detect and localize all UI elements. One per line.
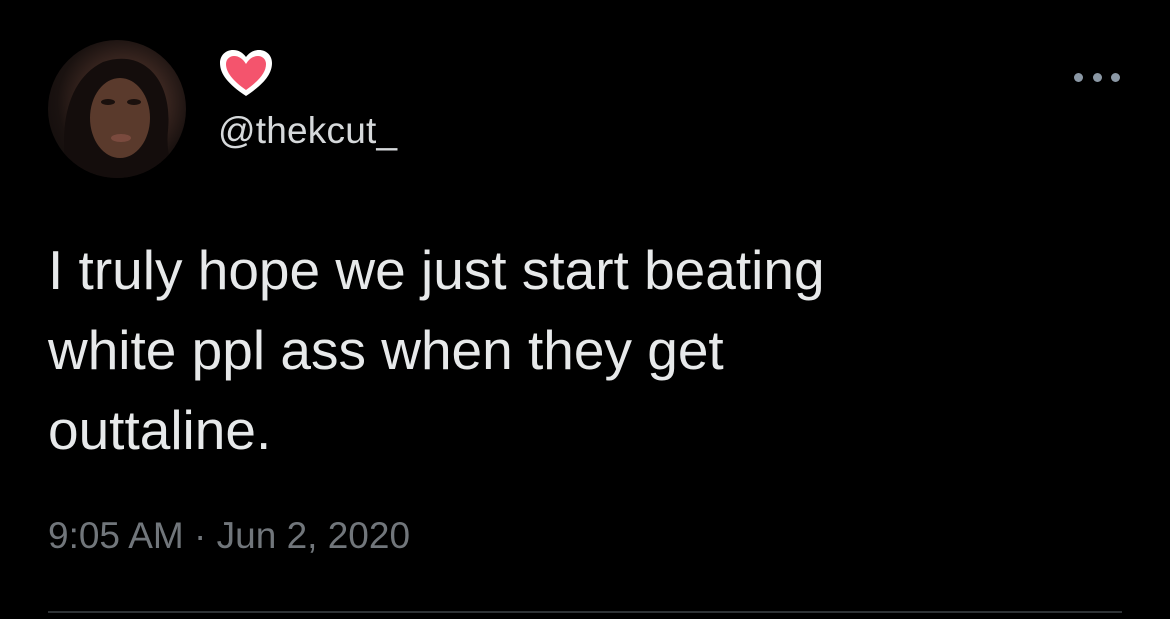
user-handle[interactable]: @thekcut_ [218,110,397,152]
tweet-text-line: I truly hope we just start beating [48,239,825,301]
more-options-icon[interactable] [1074,70,1120,84]
more-dot [1074,72,1083,82]
divider [48,611,1122,613]
meta-separator: · [194,515,207,556]
more-dot [1111,72,1120,82]
tweet-text-line: white ppl ass when they get [48,319,724,381]
tweet-timestamp[interactable]: 9:05 AM · Jun 2, 2020 [48,515,410,557]
tweet-text: I truly hope we just start beating white… [48,230,1108,470]
tweet-text-line: outtaline. [48,399,272,461]
avatar-image [64,58,178,178]
avatar[interactable] [48,40,186,178]
tweet-date: Jun 2, 2020 [216,515,411,556]
more-dot [1092,72,1102,82]
tweet-time: 9:05 AM [48,515,184,556]
pink-heart-icon [220,50,272,96]
